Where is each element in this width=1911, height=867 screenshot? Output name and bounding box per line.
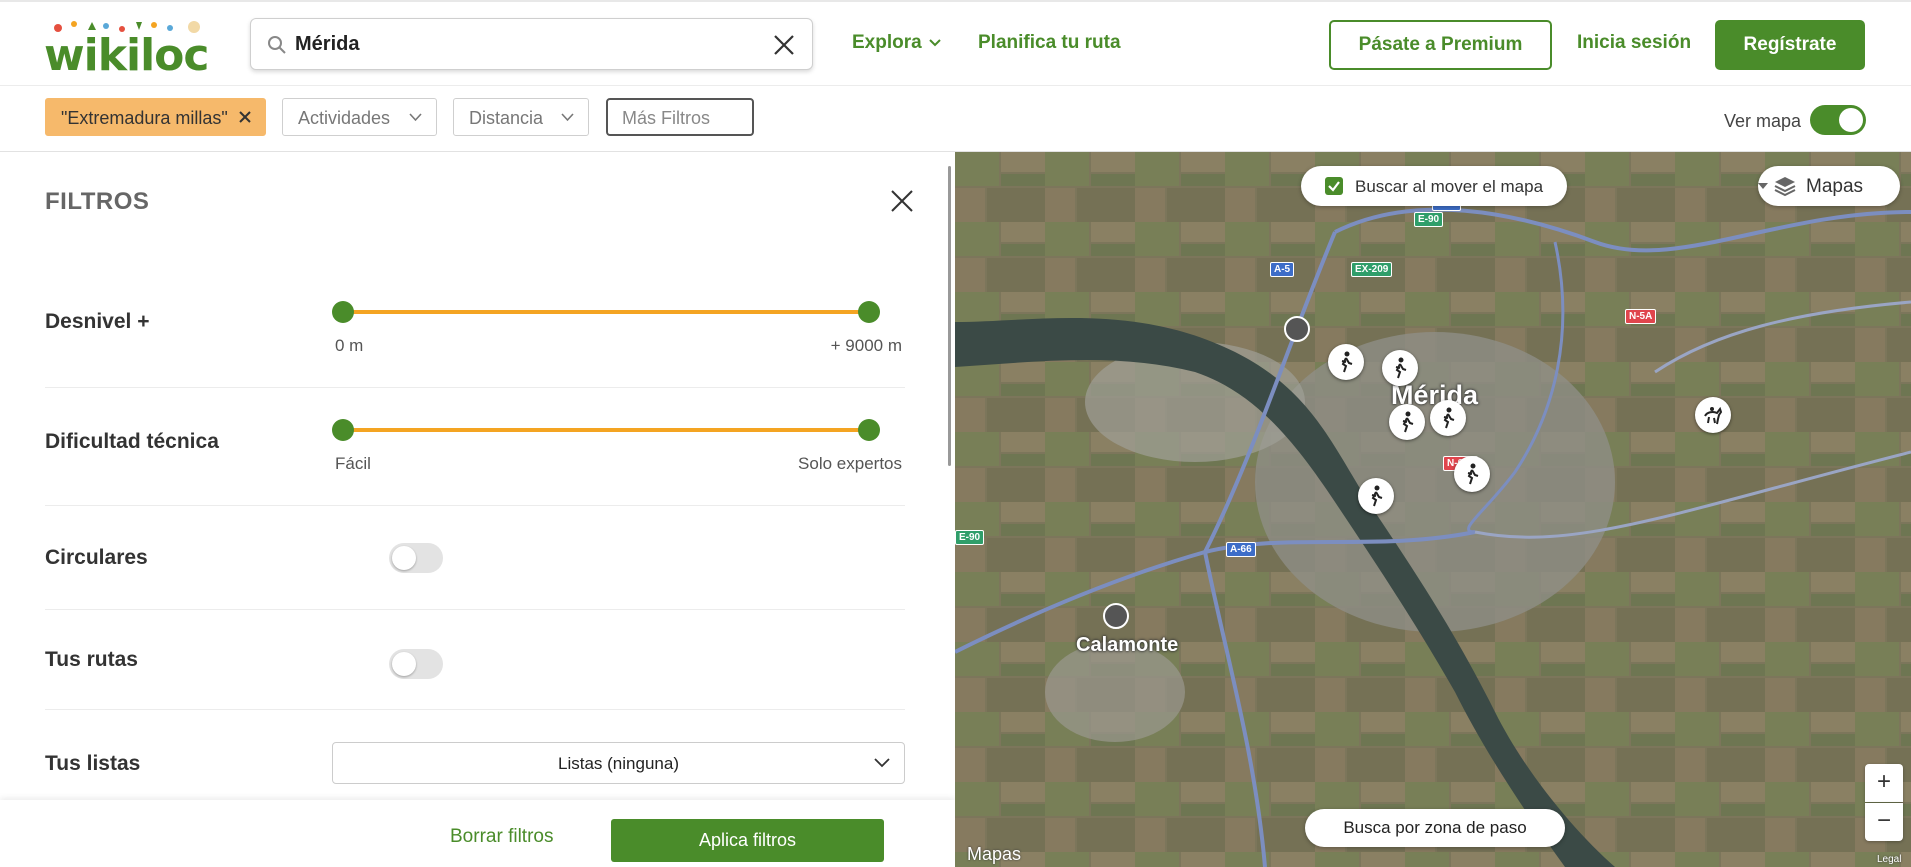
distancia-dropdown[interactable]: Distancia [453,98,589,136]
hiking-trail-pin-icon[interactable] [1328,344,1364,380]
close-icon[interactable] [889,188,915,214]
desnivel-min: 0 m [335,336,364,355]
zoom-out-button[interactable]: − [1865,803,1903,841]
hiking-trail-pin-icon[interactable] [1382,350,1418,386]
filters-panel: FILTROS Desnivel + 0 m + 9000 m Dificult… [0,152,955,867]
chevron-down-icon[interactable] [928,38,942,48]
tus-listas-select[interactable]: Listas (ninguna) [332,742,905,784]
dificultad-min: Fácil [335,454,371,473]
chevron-down-icon [561,113,574,122]
dificultad-max: Solo expertos [798,454,902,473]
road-label-e90: E-90 [1414,212,1444,227]
landmark-poi-icon[interactable] [1284,316,1310,342]
active-filter-chip[interactable]: "Extremadura millas" [45,98,266,136]
slider-handle-min[interactable] [332,419,354,441]
ver-mapa-toggle[interactable] [1810,105,1866,135]
panel-scrollbar[interactable] [948,166,951,466]
chevron-down-icon [874,758,890,768]
circulares-toggle[interactable] [389,543,443,573]
nav-planifica-ruta[interactable]: Planifica tu ruta [978,32,1121,54]
ver-mapa-label: Ver mapa [1724,111,1802,131]
actividades-dropdown[interactable]: Actividades [282,98,437,136]
map-layers-label: Mapas [1806,176,1864,197]
road-label-ex209: EX-209 [1351,262,1393,277]
header: wikiloc Explora Planifica tu ruta Pásate… [0,0,1911,86]
tus-listas-label: Tus listas [45,752,141,775]
hiking-trail-pin-icon[interactable] [1358,478,1394,514]
login-link[interactable]: Inicia sesión [1577,32,1691,54]
clear-search-icon[interactable] [772,33,796,57]
city-label-calamonte: Calamonte [1076,634,1179,656]
map-brand-label: Mapas [967,844,1022,864]
caret-down-icon [1758,183,1768,189]
slider-track [336,310,876,314]
road-label-a5: A-5 [1270,262,1295,277]
slider-handle-max[interactable] [858,419,880,441]
dificultad-row: Dificultad técnica Fácil Solo expertos [45,388,905,506]
desnivel-max: + 9000 m [830,336,902,355]
search-icon [268,36,286,54]
map-layers-button[interactable]: Mapas [1758,166,1900,206]
tus-listas-row: Tus listas Listas (ninguna) [45,710,905,800]
premium-button[interactable]: Pásate a Premium [1329,20,1552,70]
tus-listas-value: Listas (ninguna) [558,754,679,773]
desnivel-slider[interactable] [332,300,880,324]
toggle-knob [1839,108,1863,132]
map-legal-link[interactable]: Legal [1877,854,1901,865]
search-on-map-move-label: Buscar al mover el mapa [1355,177,1544,196]
layers-icon [1774,177,1796,197]
mas-filtros-button[interactable]: Más Filtros [606,98,754,136]
mas-filtros-label: Más Filtros [622,108,711,128]
wikiloc-logo[interactable]: wikiloc [44,20,224,81]
slider-handle-max[interactable] [858,301,880,323]
search-on-map-move[interactable]: Buscar al mover el mapa [1301,166,1567,206]
chevron-down-icon [409,113,422,122]
panel-footer: Borrar filtros Aplica filtros [0,800,955,867]
search-by-waypoint-button[interactable]: Busca por zona de paso [1305,809,1565,847]
horseback-trail-pin-icon[interactable] [1695,397,1731,433]
search-box[interactable] [250,18,813,70]
zoom-in-button[interactable]: + [1865,764,1903,802]
remove-filter-icon[interactable] [239,111,251,123]
satellite-map-image [955,152,1911,867]
search-input[interactable] [295,29,755,59]
toggle-knob [392,546,416,570]
road-label-e90-left: E-90 [955,530,985,545]
building-poi-icon[interactable] [1103,603,1129,629]
dificultad-slider[interactable] [332,418,880,442]
logo-text: wikiloc [44,30,209,81]
filter-chip-bar: "Extremadura millas" Actividades Distanc… [0,86,1911,152]
road-label-n5a: N-5A [1625,309,1657,324]
tus-rutas-row: Tus rutas [45,610,905,710]
actividades-label: Actividades [298,108,391,128]
toggle-knob [392,652,416,676]
hiking-trail-pin-icon[interactable] [1454,456,1490,492]
circulares-row: Circulares [45,506,905,610]
circulares-label: Circulares [45,546,148,569]
apply-filters-button[interactable]: Aplica filtros [611,819,884,862]
panel-title: FILTROS [45,188,150,215]
dificultad-label: Dificultad técnica [45,430,219,453]
tus-rutas-toggle[interactable] [389,649,443,679]
register-button[interactable]: Regístrate [1715,20,1865,70]
desnivel-label: Desnivel + [45,310,150,333]
map-view[interactable]: E-90 E-90 A-5 EX-209 N-5A N-630 E-90 A-6… [955,152,1911,867]
desnivel-row: Desnivel + 0 m + 9000 m [45,252,905,388]
distancia-label: Distancia [469,108,544,128]
nav-explora[interactable]: Explora [852,32,922,54]
hiking-trail-pin-icon[interactable] [1430,400,1466,436]
road-label-a66: A-66 [1226,542,1256,557]
app-root: wikiloc Explora Planifica tu ruta Pásate… [0,0,1911,867]
clear-filters-button[interactable]: Borrar filtros [450,826,553,848]
hiking-trail-pin-icon[interactable] [1389,404,1425,440]
tus-rutas-label: Tus rutas [45,648,138,671]
slider-track [336,428,876,432]
checkbox-checked-icon[interactable] [1325,177,1343,195]
active-filter-label: "Extremadura millas" [61,108,228,128]
slider-handle-min[interactable] [332,301,354,323]
